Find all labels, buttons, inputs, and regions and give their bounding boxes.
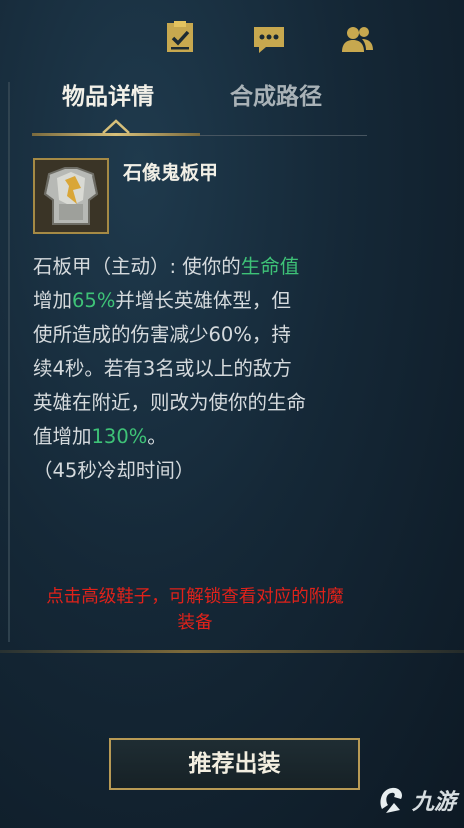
highlight-130-percent: 130% xyxy=(91,425,148,448)
description-line-6: 值增加130%。 xyxy=(33,425,167,448)
description-line-2: 增加65%并增长英雄体型，但 xyxy=(33,289,291,312)
cooldown-text: （45秒冷却时间） xyxy=(33,459,195,482)
left-rail-divider xyxy=(8,82,10,642)
watermark-logo-icon xyxy=(380,787,402,813)
item-name: 石像鬼板甲 xyxy=(123,162,219,184)
top-bar xyxy=(0,0,464,80)
active-tab-notch xyxy=(102,119,130,134)
unlock-notice: 点击高级鞋子，可解锁查看对应的附魔 装备 xyxy=(15,584,375,636)
item-icon-gargoyle-armor xyxy=(33,158,109,234)
notice-line-2: 装备 xyxy=(177,613,213,633)
description-line-5: 英雄在附近，则改为使你的生命 xyxy=(33,391,307,414)
armor-icon xyxy=(35,160,107,232)
description-line-1: 石板甲（主动）: 使你的生命值 xyxy=(33,255,300,278)
item-description: 石板甲（主动）: 使你的生命值 增加65%并增长英雄体型，但 使所造成的伤害减少… xyxy=(33,250,373,488)
description-line-4: 续4秒。若有3名或以上的敌方 xyxy=(33,357,292,380)
site-watermark: 九游 xyxy=(374,780,456,820)
friends-icon[interactable] xyxy=(340,22,374,56)
highlight-65-percent: 65% xyxy=(72,289,116,312)
description-line-3: 使所造成的伤害减少60%，持 xyxy=(33,323,291,346)
notice-line-1: 点击高级鞋子，可解锁查看对应的附魔 xyxy=(46,587,344,607)
detail-tabs: 物品详情 合成路径 xyxy=(32,80,367,136)
bottom-divider xyxy=(0,650,464,653)
highlight-health: 生命值 xyxy=(240,255,300,278)
chat-icon[interactable] xyxy=(252,22,286,56)
recommend-build-button[interactable]: 推荐出装 xyxy=(109,738,360,790)
tab-build-path[interactable]: 合成路径 xyxy=(230,80,322,124)
watermark-text: 九游 xyxy=(411,790,456,815)
clipboard-check-icon[interactable] xyxy=(163,20,197,54)
